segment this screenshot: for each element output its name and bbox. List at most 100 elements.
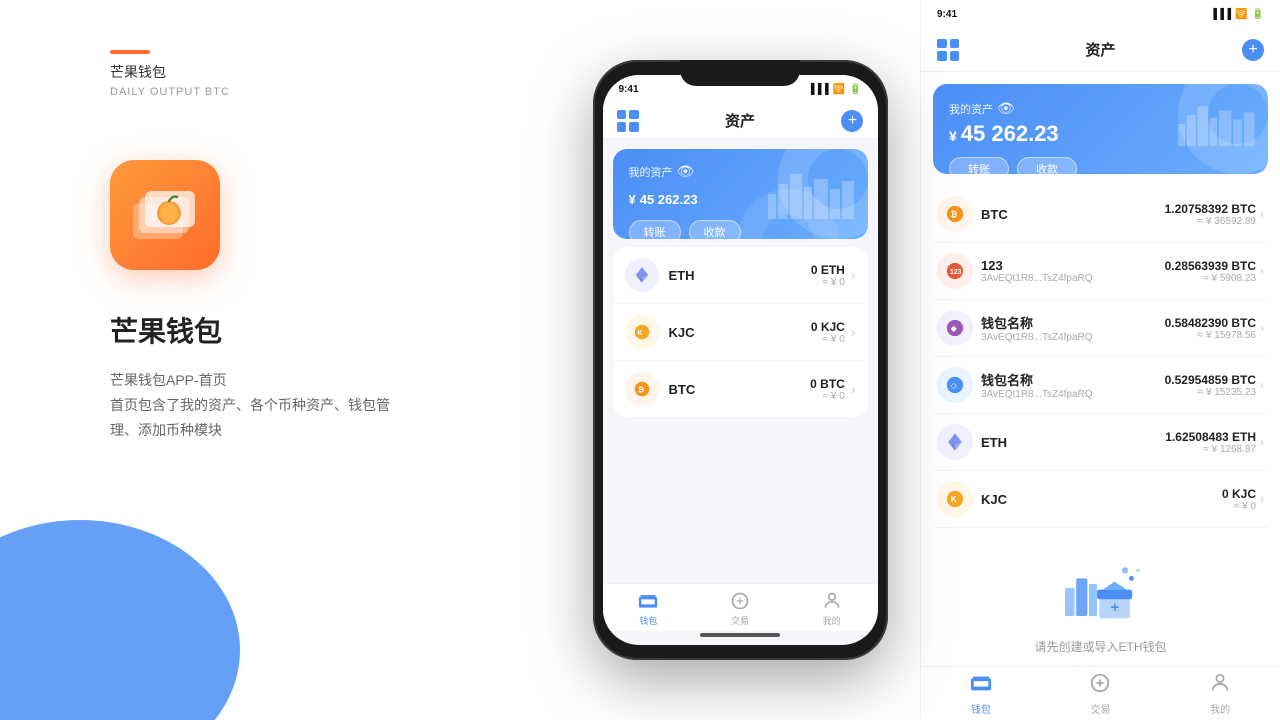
blue-decoration bbox=[0, 520, 240, 720]
rp-add-button[interactable]: + bbox=[1242, 39, 1264, 61]
svg-text:◇: ◇ bbox=[951, 381, 958, 390]
rp-content: 我的资产 👁 ¥45 262.23 转账 收款 ₿ BTC 1.20758392… bbox=[921, 72, 1280, 666]
rp-grid-icon[interactable] bbox=[937, 39, 959, 61]
rp-transfer-btn[interactable]: 转账 bbox=[949, 157, 1009, 174]
phone-status-time: 9:41 bbox=[619, 84, 639, 95]
app-icon bbox=[110, 160, 220, 270]
rp-123-balance: 0.28563939 BTC ≈ ¥ 5908.23 bbox=[1165, 259, 1256, 284]
rp-receive-btn[interactable]: 收款 bbox=[1017, 157, 1077, 174]
phone-header-title: 资产 bbox=[725, 110, 755, 131]
rp-wallet2-info: 钱包名称 3AvEQt1R8...TsZ4fpaRQ bbox=[981, 370, 1165, 400]
phone-asset-label: 我的资产 👁 bbox=[629, 163, 852, 180]
eye-icon[interactable]: 👁 bbox=[677, 163, 695, 180]
kjc-icon: K bbox=[625, 315, 659, 349]
eth-arrow: › bbox=[851, 267, 856, 283]
wifi-icon: 🛜 bbox=[833, 84, 845, 95]
rp-asset-label: 我的资产 👁 bbox=[949, 100, 1252, 117]
phone-nav-trade[interactable]: 交易 bbox=[729, 590, 751, 627]
rp-asset-card: 我的资产 👁 ¥45 262.23 转账 收款 bbox=[933, 84, 1268, 174]
rp-btc-arrow: › bbox=[1260, 207, 1264, 221]
rp-wallet2-balance: 0.52954859 BTC ≈ ¥ 15235.23 bbox=[1165, 373, 1256, 398]
rp-coin-kjc[interactable]: K KJC 0 KJC ≈ ¥ 0 › bbox=[933, 471, 1268, 528]
rp-kjc-icon: K bbox=[937, 481, 973, 517]
phone-screen: 9:41 ▐▐▐ 🛜 🔋 资产 + bbox=[603, 75, 878, 645]
rp-battery-icon: 🔋 bbox=[1252, 9, 1264, 20]
rp-nav-wallet[interactable]: 钱包 bbox=[970, 672, 992, 716]
rp-123-info: 123 3AvEQt1R8...TsZ4fpaRQ bbox=[981, 258, 1165, 284]
rp-coin-wallet1[interactable]: ◆ 钱包名称 3AvEQt1R8...TsZ4fpaRQ 0.58482390 … bbox=[933, 300, 1268, 357]
rp-eth-info: ETH bbox=[981, 435, 1165, 450]
phone-coin-eth[interactable]: ETH 0 ETH ≈ ¥ 0 › bbox=[613, 247, 868, 304]
rp-header-title: 资产 bbox=[1085, 39, 1115, 60]
app-icon-inner bbox=[125, 175, 205, 255]
rp-coin-btc[interactable]: ₿ BTC 1.20758392 BTC ≈ ¥ 36592.89 › bbox=[933, 186, 1268, 243]
rp-wallet1-icon: ◆ bbox=[937, 310, 973, 346]
phone-transfer-btn[interactable]: 转账 bbox=[629, 220, 681, 239]
rp-wallet-nav-label: 钱包 bbox=[971, 701, 991, 716]
btc-name: BTC bbox=[669, 382, 811, 397]
profile-nav-label: 我的 bbox=[823, 614, 841, 627]
rp-coin-wallet2[interactable]: ◇ 钱包名称 3AvEQt1R8...TsZ4fpaRQ 0.52954859 … bbox=[933, 357, 1268, 414]
rp-profile-nav-icon bbox=[1209, 672, 1231, 699]
kjc-name: KJC bbox=[669, 325, 811, 340]
rp-kjc-balance: 0 KJC ≈ ¥ 0 bbox=[1222, 487, 1256, 512]
phone-asset-card: 我的资产 👁 ¥45 262.23 转账 收款 bbox=[613, 149, 868, 239]
phone-coin-kjc[interactable]: K KJC 0 KJC ≈ ¥ 0 › bbox=[613, 304, 868, 361]
app-icon-svg bbox=[125, 175, 205, 255]
app-name: 芒果钱包 bbox=[110, 310, 222, 350]
rp-wallet2-icon: ◇ bbox=[937, 367, 973, 403]
rp-123-icon: 123 bbox=[937, 253, 973, 289]
rp-status-time: 9:41 bbox=[937, 9, 957, 20]
eth-icon bbox=[625, 258, 659, 292]
rp-eth-icon bbox=[937, 424, 973, 460]
rp-btc-balance: 1.20758392 BTC ≈ ¥ 36592.89 bbox=[1165, 202, 1256, 227]
grid-icon[interactable] bbox=[617, 110, 639, 132]
brand-sub: DAILY OUTPUT BTC bbox=[110, 86, 230, 98]
signal-icon: ▐▐▐ bbox=[807, 84, 828, 95]
rp-nav-trade[interactable]: 交易 bbox=[1089, 672, 1111, 716]
rp-kjc-arrow: › bbox=[1260, 492, 1264, 506]
rp-wallet1-balance: 0.58482390 BTC ≈ ¥ 15978.56 bbox=[1165, 316, 1256, 341]
phone-notch bbox=[680, 60, 800, 86]
rp-nav-profile[interactable]: 我的 bbox=[1209, 672, 1231, 716]
rp-btc-info: BTC bbox=[981, 207, 1165, 222]
svg-text:◆: ◆ bbox=[951, 324, 958, 333]
rp-eth-balance: 1.62508483 ETH ≈ ¥ 1268.87 bbox=[1165, 430, 1256, 455]
phone-nav-profile[interactable]: 我的 bbox=[821, 590, 843, 627]
battery-icon: 🔋 bbox=[849, 84, 861, 95]
svg-text:+: + bbox=[1110, 600, 1118, 616]
rp-status-bar: 9:41 ▐▐▐ 🛜 🔋 bbox=[921, 0, 1280, 28]
orange-line bbox=[110, 50, 150, 54]
rp-status-icons: ▐▐▐ 🛜 🔋 bbox=[1210, 9, 1264, 20]
phone-coin-btc[interactable]: ₿ BTC 0 BTC ≈ ¥ 0 › bbox=[613, 361, 868, 417]
phone-mockup-area: 9:41 ▐▐▐ 🛜 🔋 资产 + bbox=[560, 0, 920, 720]
rp-123-arrow: › bbox=[1260, 264, 1264, 278]
btc-balance: 0 BTC ≈ ¥ 0 bbox=[810, 377, 845, 402]
rp-coin-123[interactable]: 123 123 3AvEQt1R8...TsZ4fpaRQ 0.28563939… bbox=[933, 243, 1268, 300]
left-panel: 芒果钱包 DAILY OUTPUT BTC 芒果钱包 芒果钱包APP-首页 首页… bbox=[0, 0, 560, 720]
rp-trade-nav-icon bbox=[1089, 672, 1111, 699]
svg-text:K: K bbox=[951, 495, 957, 504]
svg-text:123: 123 bbox=[950, 269, 962, 276]
add-button[interactable]: + bbox=[841, 110, 863, 132]
rp-eth-arrow: › bbox=[1260, 435, 1264, 449]
svg-text:₿: ₿ bbox=[951, 210, 958, 219]
trade-nav-icon bbox=[729, 590, 751, 612]
phone-receive-btn[interactable]: 收款 bbox=[689, 220, 741, 239]
rp-eye-icon[interactable]: 👁 bbox=[997, 100, 1015, 117]
rp-wallet2-arrow: › bbox=[1260, 378, 1264, 392]
rp-profile-nav-label: 我的 bbox=[1210, 701, 1230, 716]
kjc-balance: 0 KJC ≈ ¥ 0 bbox=[811, 320, 845, 345]
rp-wallet1-info: 钱包名称 3AvEQt1R8...TsZ4fpaRQ bbox=[981, 313, 1165, 343]
rp-bottom-nav: 钱包 交易 我的 bbox=[921, 666, 1280, 720]
svg-text:K: K bbox=[637, 328, 643, 337]
rp-header: 资产 + bbox=[921, 28, 1280, 72]
rp-wallet-nav-icon bbox=[970, 672, 992, 699]
rp-signal-icon: ▐▐▐ bbox=[1210, 9, 1231, 20]
rp-coin-eth[interactable]: ETH 1.62508483 ETH ≈ ¥ 1268.87 › bbox=[933, 414, 1268, 471]
phone-status-icons: ▐▐▐ 🛜 🔋 bbox=[807, 84, 861, 95]
phone-outer: 9:41 ▐▐▐ 🛜 🔋 资产 + bbox=[593, 60, 888, 660]
phone-nav-wallet[interactable]: 钱包 bbox=[637, 590, 659, 627]
rp-wifi-icon: 🛜 bbox=[1235, 9, 1247, 20]
phone-coin-list: ETH 0 ETH ≈ ¥ 0 › K KJC 0 KJC ≈ ¥ 0 bbox=[613, 247, 868, 417]
